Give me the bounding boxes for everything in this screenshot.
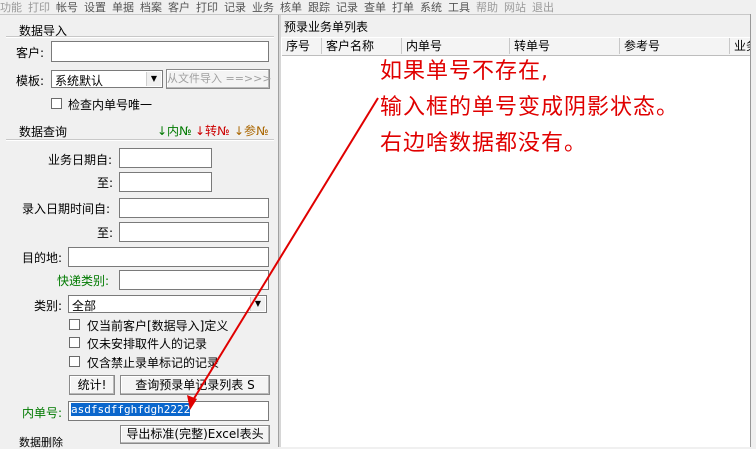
annotation-line-2: 输入框的单号变成阴影状态。 xyxy=(380,95,680,120)
annotation-arrow-line xyxy=(189,97,379,406)
annotation-line-1: 如果单号不存在, xyxy=(380,59,549,84)
annotation-line-3: 右边啥数据都没有。 xyxy=(380,131,588,156)
annotation-arrow xyxy=(187,97,379,410)
